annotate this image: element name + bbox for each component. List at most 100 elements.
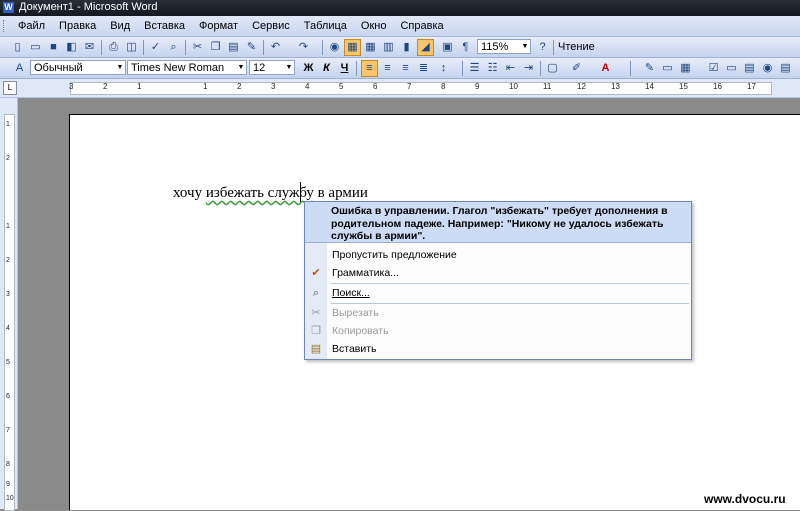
form-field-icon[interactable]: ▭ — [660, 61, 675, 76]
paste-item[interactable]: Вставить — [332, 340, 377, 358]
grammar-item[interactable]: Грамматика... — [332, 264, 399, 282]
chevron-down-icon[interactable]: ▼ — [284, 61, 294, 74]
text-after: в армии — [313, 185, 368, 201]
grammar-suggestion[interactable]: Ошибка в управлении. Глагол "избежать" т… — [305, 202, 691, 243]
font-color-icon[interactable]: A — [598, 61, 613, 76]
word-app-icon[interactable]: W — [3, 2, 14, 13]
vertical-ruler[interactable]: 1 2 1 2 3 4 5 6 7 8 9 10 — [0, 98, 18, 511]
zoom-combo[interactable]: 115% ▼ — [477, 39, 531, 54]
search-item[interactable]: Поиск... — [332, 284, 370, 302]
font-size-combo[interactable]: 12 ▼ — [249, 60, 295, 75]
drawing-icon[interactable]: ◢ — [417, 39, 434, 56]
email-icon[interactable]: ✉ — [82, 40, 97, 55]
markup-icon[interactable]: ✎ — [642, 61, 657, 76]
cut-item[interactable]: Вырезать — [332, 304, 379, 322]
menu-bar: Файл Правка Вид Вставка Формат Сервис Та… — [0, 16, 800, 37]
save-icon[interactable]: ■ — [46, 40, 61, 55]
insert-excel-icon[interactable]: ▥ — [381, 40, 396, 55]
radio-icon[interactable]: ◉ — [760, 61, 775, 76]
show-hide-icon[interactable]: ¶ — [458, 40, 473, 55]
checkbox-icon[interactable]: ☑ — [706, 61, 721, 76]
paste-icon[interactable]: ▤ — [226, 40, 241, 55]
menu-format[interactable]: Формат — [193, 18, 246, 34]
line-spacing-icon[interactable]: ↕ — [436, 61, 451, 76]
ruler-number: 3 — [271, 82, 276, 91]
italic-button[interactable]: К — [319, 61, 334, 76]
align-center-icon[interactable]: ≡ — [380, 61, 395, 76]
underline-button[interactable]: Ч — [337, 61, 352, 76]
style-combo[interactable]: Обычный ▼ — [30, 60, 126, 75]
menu-tools[interactable]: Сервис — [246, 18, 298, 34]
ruler-number: 13 — [611, 82, 620, 91]
horizontal-ruler[interactable]: L 3 2 1 1 2 3 4 5 6 7 8 9 10 11 12 13 14… — [0, 79, 800, 98]
ruler-number: 16 — [713, 82, 722, 91]
font-combo[interactable]: Times New Roman ▼ — [127, 60, 247, 75]
insert-table-icon[interactable]: ▦ — [363, 40, 378, 55]
ruler-number: 4 — [305, 82, 310, 91]
align-right-icon[interactable]: ≡ — [398, 61, 413, 76]
copy-item[interactable]: Копировать — [332, 322, 389, 340]
ignore-sentence-item[interactable]: Пропустить предложение — [332, 246, 457, 264]
text-before: хочу — [173, 185, 206, 201]
text-field-icon[interactable]: ▭ — [724, 61, 739, 76]
columns-icon[interactable]: ▮ — [399, 40, 414, 55]
ruler-number: 9 — [475, 82, 480, 91]
suggestion-text: Ошибка в управлении. Глагол "избежать" т… — [331, 205, 668, 242]
tables-borders-icon[interactable]: ▦ — [344, 39, 361, 56]
align-left-icon[interactable]: ≡ — [361, 60, 378, 77]
highlight-icon[interactable]: ✐ — [569, 61, 584, 76]
bullets-icon[interactable]: ☷ — [485, 61, 500, 76]
ruler-number: 5 — [6, 359, 10, 366]
table-field-icon[interactable]: ▦ — [678, 61, 693, 76]
increase-indent-icon[interactable]: ⇥ — [521, 61, 536, 76]
open-folder-icon[interactable]: ▭ — [28, 40, 43, 55]
borders-icon[interactable]: ▢ — [545, 61, 560, 76]
watermark: www.dvocu.ru — [704, 492, 786, 506]
ruler-number: 2 — [237, 82, 242, 91]
ruler-number: 1 — [6, 223, 10, 230]
cut-icon[interactable]: ✂ — [190, 40, 205, 55]
ruler-scale[interactable]: 3 2 1 1 2 3 4 5 6 7 8 9 10 11 12 13 14 1… — [69, 82, 772, 95]
grammar-icon: ✔ — [311, 267, 321, 279]
bold-button[interactable]: Ж — [301, 61, 316, 76]
menu-insert[interactable]: Вставка — [138, 18, 193, 34]
hyperlink-icon[interactable]: ◉ — [327, 40, 342, 55]
menu-view[interactable]: Вид — [104, 18, 138, 34]
ruler-number: 6 — [6, 393, 10, 400]
chevron-down-icon[interactable]: ▼ — [115, 61, 125, 74]
tab-selector-button[interactable]: L — [3, 81, 17, 95]
menu-table[interactable]: Таблица — [298, 18, 355, 34]
document-map-icon[interactable]: ▣ — [440, 40, 455, 55]
print-icon[interactable]: ⎙ — [106, 40, 121, 55]
decrease-indent-icon[interactable]: ⇤ — [503, 61, 518, 76]
styles-formatting-icon[interactable]: A — [12, 61, 27, 76]
ruler-scale[interactable]: 1 2 1 2 3 4 5 6 7 8 9 10 — [4, 114, 15, 511]
ruler-number: 1 — [137, 82, 142, 91]
menu-divider — [331, 303, 689, 304]
redo-icon[interactable]: ↷ — [296, 40, 311, 55]
ruler-number: 2 — [6, 257, 10, 264]
undo-icon[interactable]: ↶ — [268, 40, 283, 55]
numbering-icon[interactable]: ☰ — [467, 61, 482, 76]
research-icon[interactable]: ⌕ — [166, 40, 181, 55]
spelling-icon[interactable]: ✓ — [148, 40, 163, 55]
print-preview-icon[interactable]: ◫ — [124, 40, 139, 55]
document-text[interactable]: хочу избежать службу в армии — [173, 185, 368, 202]
option-icon[interactable]: ▤ — [742, 61, 757, 76]
menu-window[interactable]: Окно — [355, 18, 395, 34]
grammar-error-text[interactable]: избежать службу — [206, 185, 314, 201]
menu-edit[interactable]: Правка — [53, 18, 104, 34]
menubar-grip[interactable] — [3, 20, 7, 32]
help-icon[interactable]: ? — [535, 40, 550, 55]
chevron-down-icon[interactable]: ▼ — [236, 61, 246, 74]
menu-file[interactable]: Файл — [12, 18, 53, 34]
permission-icon[interactable]: ◧ — [64, 40, 79, 55]
new-document-icon[interactable]: ▯ — [10, 40, 25, 55]
menu-help[interactable]: Справка — [394, 18, 451, 34]
format-painter-icon[interactable]: ✎ — [244, 40, 259, 55]
listbox-icon[interactable]: ▤ — [778, 61, 793, 76]
justify-icon[interactable]: ≣ — [416, 61, 431, 76]
copy-icon[interactable]: ❐ — [208, 40, 223, 55]
reading-layout-button[interactable]: Чтение — [558, 40, 595, 55]
chevron-down-icon[interactable]: ▼ — [520, 40, 530, 53]
